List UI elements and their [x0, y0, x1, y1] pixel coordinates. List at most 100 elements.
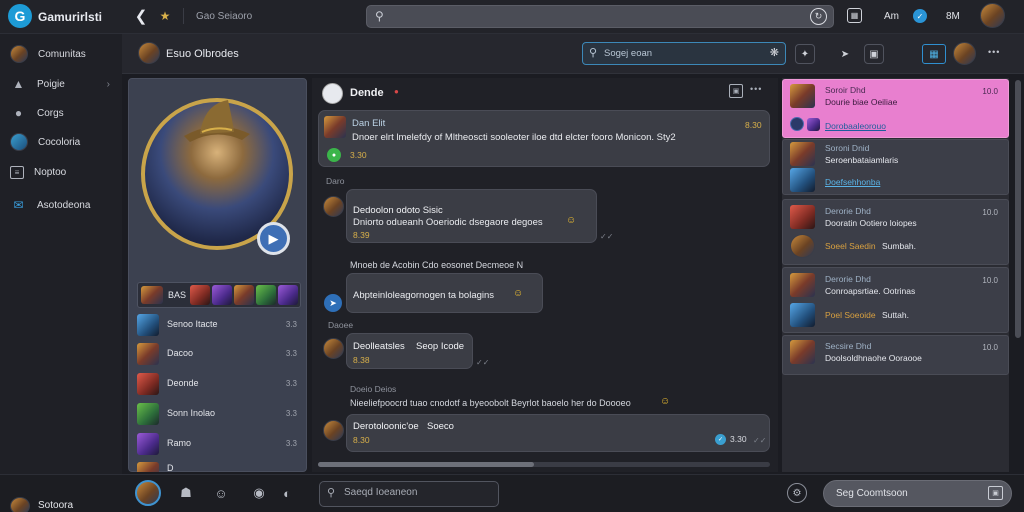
play-button[interactable]: ▶	[257, 222, 290, 255]
member-row[interactable]: Dacoo 3.3	[137, 343, 301, 367]
star-icon[interactable]: ★	[158, 7, 172, 25]
home-icon[interactable]: ☗	[177, 484, 195, 502]
conversation-time: 10.0	[982, 208, 998, 217]
message-bubble[interactable]	[346, 414, 770, 452]
member-value: 3.3	[285, 409, 297, 418]
nav-item-label: Noptoo	[34, 166, 67, 178]
compass-button[interactable]: ✦	[795, 44, 815, 64]
member-row[interactable]: D	[137, 462, 301, 472]
nav-item-noptoo[interactable]: ≡ Noptoo	[10, 161, 114, 183]
conversation-item[interactable]: Soeel Saedin Sumbah.	[790, 233, 1004, 259]
member-name: Ramo	[167, 438, 192, 448]
emoji-icon: ☺	[513, 288, 524, 299]
sticker-icon[interactable]: ◉	[250, 484, 268, 502]
member-value: 3.3	[285, 439, 297, 448]
nav-item-poigie[interactable]: ▲ Poigie ›	[10, 73, 114, 95]
nav-item-corgs[interactable]: ● Corgs	[10, 102, 114, 124]
conversation-avatar	[790, 340, 815, 364]
footer-user-name[interactable]: Sotoora	[38, 500, 73, 511]
team-label: BAS	[168, 290, 187, 300]
member-row[interactable]: Ramo 3.3	[137, 433, 301, 457]
send-button[interactable]: Seg Coomtsoon ▣	[823, 480, 1012, 507]
room-avatar[interactable]	[138, 42, 160, 64]
member-avatar	[137, 403, 159, 425]
member-value: 3.3	[285, 379, 297, 388]
nav-item-asotodeona[interactable]: ✉ Asotodeona	[10, 194, 114, 216]
message-input-field[interactable]	[344, 487, 494, 498]
conversation-item[interactable]: Derorie Dhd Dooratin Ootiero loiopes 10.…	[790, 204, 1004, 230]
settings-icon[interactable]: ⚙	[787, 483, 807, 503]
more-menu-icon[interactable]: •••	[988, 47, 1000, 57]
conversation-item[interactable]: Derorie Dhd Conroapsrtiae. Ootrinas 10.0	[790, 272, 1004, 298]
header-avatar[interactable]	[953, 42, 976, 65]
gif-icon[interactable]: ◐	[278, 484, 296, 502]
conversation-item[interactable]: Doefsehhonba	[790, 167, 1004, 193]
conversation-item[interactable]: Poel Soeoide Suttah.	[790, 302, 1004, 328]
online-status-icon: ✓	[913, 9, 927, 23]
media-button[interactable]: ▣	[864, 44, 884, 64]
user-name[interactable]: Am	[884, 11, 899, 22]
qr-code-icon[interactable]: ▦	[847, 8, 862, 23]
hero-thumb[interactable]	[190, 285, 210, 305]
chat-scrollbar-thumb[interactable]	[318, 462, 534, 467]
global-search-bar[interactable]: ⚲ ↻	[366, 5, 834, 28]
unread-dot-icon: ●	[394, 87, 399, 96]
read-check-icon: ✓✓	[753, 436, 767, 445]
image-icon[interactable]: ▣	[729, 84, 743, 98]
reaction-icon[interactable]: ✓	[715, 434, 726, 445]
conversation-item[interactable]: Secsire Dhd Doolsoldhnaohe Ooraooe 10.0	[790, 339, 1004, 365]
users-icon: ●	[14, 106, 23, 120]
share-button[interactable]: ➤	[835, 44, 855, 64]
conversation-name: Derorie Dhd	[825, 206, 871, 216]
message-bubble[interactable]	[346, 189, 597, 243]
conversation-item[interactable]: Dorobaaleorouo	[790, 113, 1004, 135]
member-row[interactable]: Deonde 3.3	[137, 373, 301, 397]
user-avatar[interactable]	[980, 3, 1005, 28]
message-tag: Seop Icode	[416, 341, 465, 352]
nav-item-cocoloria[interactable]: Cocoloria	[10, 131, 114, 153]
conversation-avatar	[790, 303, 815, 327]
more-menu-icon[interactable]: •••	[750, 84, 762, 94]
chat-title: Dende	[350, 87, 384, 99]
conversation-time: 10.0	[982, 343, 998, 352]
hero-thumb[interactable]	[256, 285, 276, 305]
section-label: Doeio Deios	[350, 384, 397, 394]
message-avatar	[323, 196, 344, 217]
conversation-name: Soroir Dhd	[825, 85, 866, 95]
room-search-field[interactable]: ⚲ Sogej eoan ❋	[582, 42, 786, 65]
emoji-picker-icon[interactable]: ☺	[212, 484, 230, 502]
reaction-icon[interactable]: ●	[327, 148, 341, 162]
conversation-item[interactable]: Soroni Dnid Seroenbataiamlaris	[790, 141, 1004, 167]
member-row[interactable]: Sonn Inolao 3.3	[137, 403, 301, 427]
composer-avatar[interactable]	[135, 480, 161, 506]
conversation-avatar	[790, 84, 815, 108]
conversation-scrollbar[interactable]	[1015, 80, 1021, 338]
system-note: Nieeliefpoocrd tuao cnodotf a byeoobolt …	[350, 398, 631, 408]
hero-thumb[interactable]	[212, 285, 232, 305]
hero-thumb[interactable]	[234, 285, 254, 305]
footer-user-avatar[interactable]	[10, 497, 30, 512]
image-attach-icon[interactable]: ▣	[988, 486, 1003, 500]
breadcrumb[interactable]: Gao Seiaoro	[196, 11, 252, 22]
search-icon: ⚲	[375, 9, 384, 23]
refresh-icon[interactable]: ↻	[810, 8, 827, 25]
hero-thumb[interactable]	[278, 285, 298, 305]
back-button[interactable]: ❮	[132, 7, 150, 25]
room-search-placeholder: Sogej eoan	[604, 48, 653, 59]
conversation-item[interactable]: Soroir Dhd Dourie biae Oeiliae 10.0	[790, 83, 1004, 109]
message-text: Dnoer elrt lmelefdy of Mltheoscti sooleo…	[352, 132, 676, 143]
conversation-preview: Seroenbataiamlaris	[825, 155, 899, 165]
member-name: Senoo Itacte	[167, 319, 218, 329]
chat-header-avatar[interactable]	[322, 83, 343, 104]
message-input[interactable]: ⚲	[319, 481, 499, 507]
app-logo-icon[interactable]: G	[8, 4, 32, 28]
system-note: Mnoeb de Acobin Cdo eosonet Decmeoe N	[350, 260, 524, 270]
conversation-avatar	[790, 117, 822, 133]
member-row[interactable]: Senoo Itacte 3.3	[137, 314, 301, 338]
team-logo-icon	[141, 286, 163, 304]
room-title: Esuo Olbrodes	[166, 48, 239, 60]
settings-icon[interactable]: ❋	[770, 46, 779, 59]
nav-item-label: Asotodeona	[37, 199, 91, 211]
grid-view-button[interactable]: ▦	[922, 44, 946, 64]
nav-item-comunitas[interactable]: Comunitas	[10, 43, 114, 65]
